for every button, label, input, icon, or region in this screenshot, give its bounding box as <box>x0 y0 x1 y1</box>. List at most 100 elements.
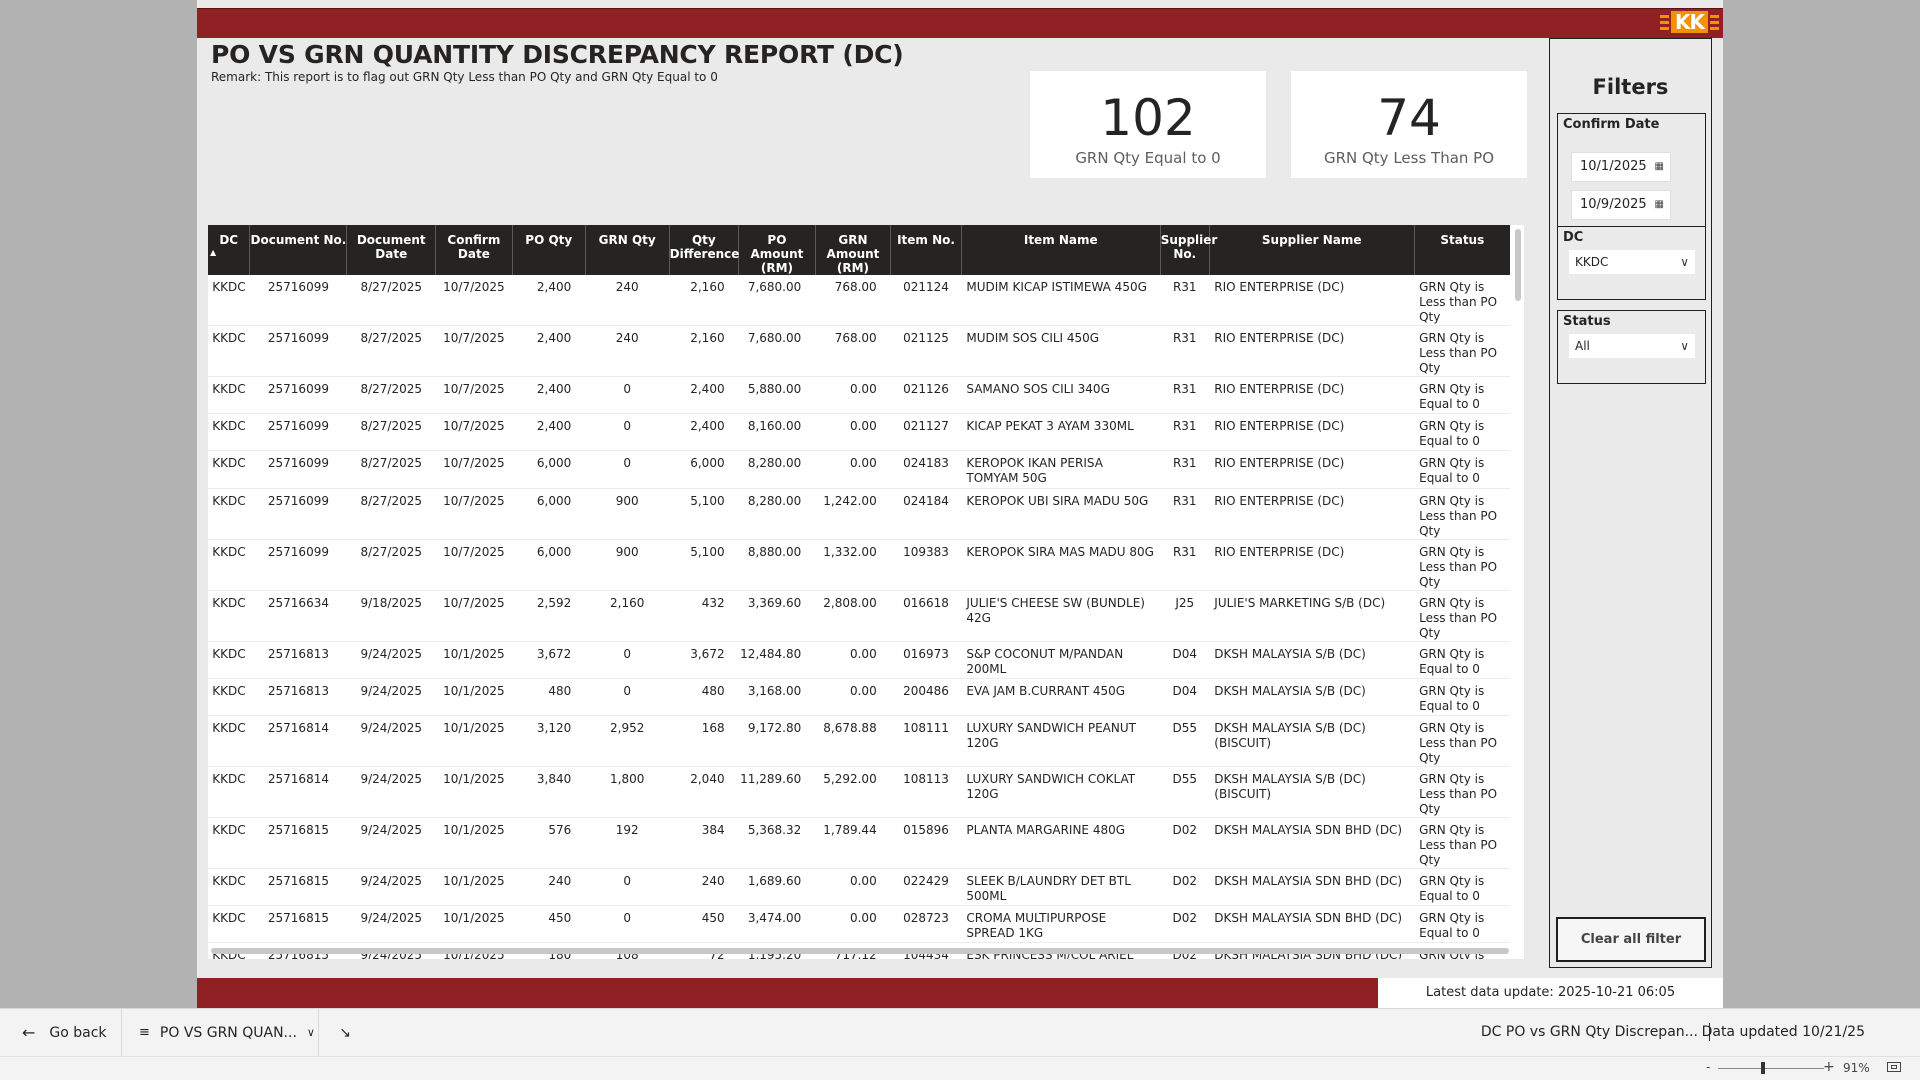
collapse-icon[interactable]: ↘ <box>320 1009 370 1056</box>
table-cell: DKSH MALAYSIA SDN BHD (DC) <box>1209 817 1415 869</box>
report-canvas: KK PO VS GRN QUANTITY DISCREPANCY REPORT… <box>197 0 1723 1008</box>
table-cell: KEROPOK IKAN PERISA TOMYAM 50G <box>961 450 1161 489</box>
calendar-icon[interactable]: ▦ <box>1655 153 1664 181</box>
table-cell: 432 <box>669 590 739 642</box>
table-row[interactable]: KKDC 25716634 9/18/2025 10/7/2025 2,592 2,160… <box>208 590 1510 642</box>
table-row[interactable]: KKDC 25716815 9/24/2025 10/1/2025 240 0 240 1,6… <box>208 868 1510 907</box>
column-header[interactable]: Item No. <box>890 225 962 275</box>
table-cell: 10/1/2025 <box>435 766 513 818</box>
horizontal-scrollbar[interactable] <box>211 948 1509 954</box>
table-cell: MUDIM KICAP ISTIMEWA 450G <box>961 275 1161 326</box>
table-cell: 0 <box>585 376 670 415</box>
table-row[interactable]: KKDC 25716099 8/27/2025 10/7/2025 6,000 0 6,00… <box>208 450 1510 489</box>
table-cell: RIO ENTERPRISE (DC) <box>1209 488 1415 540</box>
table-cell: R31 <box>1160 539 1210 591</box>
slicer-label: Confirm Date <box>1563 117 1660 132</box>
table-cell: 240 <box>512 868 586 907</box>
column-header[interactable]: Item Name <box>961 225 1161 275</box>
clear-all-filter-button[interactable]: Clear all filter <box>1556 917 1706 962</box>
table-row[interactable]: KKDC 25716814 9/24/2025 10/1/2025 3,120 2,952… <box>208 715 1510 767</box>
zoom-out-button[interactable]: - <box>1706 1060 1710 1074</box>
table-cell: R31 <box>1160 450 1210 489</box>
table-cell: D02 <box>1160 905 1210 944</box>
table-cell: 0 <box>585 905 670 944</box>
dc-slicer: DC KKDC ∨ <box>1557 226 1706 300</box>
go-back-button[interactable]: ← Go back <box>0 1009 122 1056</box>
column-header[interactable]: Status <box>1414 225 1510 275</box>
sort-ascending-icon[interactable]: ▲ <box>208 246 249 260</box>
table-cell: 900 <box>585 539 670 591</box>
table-cell: 8,678.88 <box>815 715 891 767</box>
table-row[interactable]: KKDC 25716099 8/27/2025 10/7/2025 2,400 0 2,40… <box>208 413 1510 452</box>
slicer-label: DC <box>1563 230 1584 245</box>
table-cell: 25716099 <box>249 376 347 415</box>
table-row[interactable]: KKDC 25716815 9/24/2025 10/1/2025 576 192 384 5… <box>208 817 1510 869</box>
table-cell: KKDC <box>208 905 250 944</box>
table-cell: 10/7/2025 <box>435 325 513 377</box>
column-header[interactable]: Document Date <box>346 225 437 275</box>
column-header[interactable]: GRN Amount (RM) <box>815 225 892 275</box>
table-cell: 2,160 <box>585 590 670 642</box>
table-cell: 768.00 <box>815 325 891 377</box>
table-row[interactable]: KKDC 25716815 9/24/2025 10/1/2025 450 0 450 3,4… <box>208 905 1510 944</box>
report-name[interactable]: DC PO vs GRN Qty Discrepan... <box>1481 1009 1698 1056</box>
page-selector[interactable]: ≡ PO VS GRN QUAN... ∨ <box>123 1009 319 1056</box>
table-row[interactable]: KKDC 25716099 8/27/2025 10/7/2025 2,400 240 2,… <box>208 275 1510 326</box>
table-cell: GRN Qty is Less than PO Qty <box>1414 715 1510 767</box>
table-cell: 021124 <box>890 275 962 326</box>
table-cell: 10/7/2025 <box>435 413 513 452</box>
table-cell: D04 <box>1160 641 1210 679</box>
discrepancy-table[interactable]: DC ▲ Document No. Document Date Confirm Date… <box>208 225 1524 959</box>
table-cell: KKDC <box>208 413 250 452</box>
table-row[interactable]: KKDC 25716099 8/27/2025 10/7/2025 2,400 240 2,… <box>208 325 1510 377</box>
table-cell: 8/27/2025 <box>346 413 436 452</box>
column-header[interactable]: PO Qty <box>512 225 586 275</box>
status-dropdown[interactable]: All ∨ <box>1569 334 1695 358</box>
table-row[interactable]: KKDC 25716814 9/24/2025 10/1/2025 3,840 1,800… <box>208 766 1510 818</box>
table-cell: 6,000 <box>512 488 586 540</box>
table-cell: 8,160.00 <box>738 413 816 452</box>
table-cell: RIO ENTERPRISE (DC) <box>1209 376 1415 415</box>
table-cell: 200486 <box>890 678 962 716</box>
table-cell: R31 <box>1160 275 1210 326</box>
table-cell: 1,242.00 <box>815 488 891 540</box>
column-header[interactable]: Qty Difference <box>669 225 739 275</box>
table-cell: CROMA MULTIPURPOSE SPREAD 1KG <box>961 905 1161 944</box>
confirm-date-from-input[interactable]: 10/1/2025 ▦ <box>1571 152 1671 182</box>
column-header[interactable]: PO Amount (RM) <box>738 225 816 275</box>
table-row[interactable]: KKDC 25716813 9/24/2025 10/1/2025 3,672 0 3,67… <box>208 641 1510 679</box>
table-row[interactable]: KKDC 25716099 8/27/2025 10/7/2025 6,000 900 5,… <box>208 539 1510 591</box>
table-cell: 1,800 <box>585 766 670 818</box>
calendar-icon[interactable]: ▦ <box>1655 191 1664 219</box>
column-header[interactable]: GRN Qty <box>585 225 670 275</box>
zoom-in-button[interactable]: + <box>1823 1059 1835 1075</box>
table-cell: 25716634 <box>249 590 347 642</box>
zoom-bar: - + 91% <box>0 1056 1920 1080</box>
kpi-card-grn-less-than-po[interactable]: 74 GRN Qty Less Than PO <box>1291 71 1527 178</box>
table-cell: 3,672 <box>669 641 739 679</box>
fit-to-page-icon[interactable] <box>1887 1062 1901 1072</box>
table-cell: 10/1/2025 <box>435 715 513 767</box>
column-header[interactable]: DC ▲ <box>208 225 251 275</box>
vertical-scrollbar[interactable] <box>1515 229 1521 301</box>
confirm-date-to-input[interactable]: 10/9/2025 ▦ <box>1571 190 1671 220</box>
column-header[interactable]: Confirm Date <box>435 225 513 275</box>
column-header[interactable]: Supplier Name <box>1209 225 1415 275</box>
footer-bar <box>197 978 1378 1008</box>
table-row[interactable]: KKDC 25716099 8/27/2025 10/7/2025 2,400 0 2,40… <box>208 376 1510 415</box>
table-cell: 25716099 <box>249 539 347 591</box>
column-header[interactable]: Document No. <box>249 225 348 275</box>
table-cell: 3,168.00 <box>738 678 816 716</box>
zoom-slider[interactable] <box>1718 1068 1824 1069</box>
chevron-down-icon: ∨ <box>1680 339 1689 353</box>
table-row[interactable]: KKDC 25716099 8/27/2025 10/7/2025 6,000 900 5,… <box>208 488 1510 540</box>
dc-dropdown[interactable]: KKDC ∨ <box>1569 250 1695 274</box>
table-cell: KKDC <box>208 488 250 540</box>
zoom-slider-thumb[interactable] <box>1761 1062 1765 1074</box>
column-header[interactable]: Supplier No. <box>1160 225 1217 275</box>
table-cell: 0.00 <box>815 376 891 415</box>
table-cell: 10/7/2025 <box>435 590 513 642</box>
kpi-card-grn-equal-zero[interactable]: 102 GRN Qty Equal to 0 <box>1030 71 1266 178</box>
table-cell: GRN Qty is Equal to 0 <box>1414 905 1510 944</box>
table-row[interactable]: KKDC 25716813 9/24/2025 10/1/2025 480 0 480 3,1… <box>208 678 1510 716</box>
